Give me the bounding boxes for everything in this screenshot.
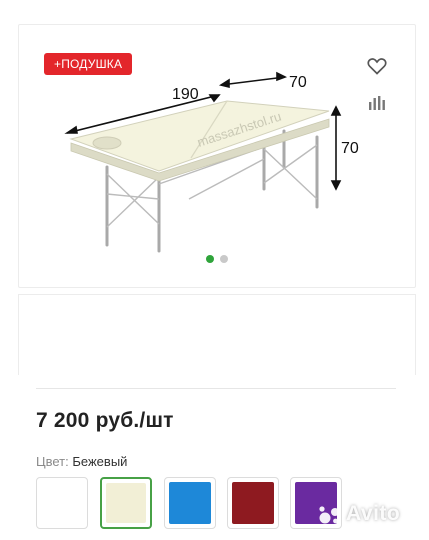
dim-length: 190 bbox=[172, 86, 199, 103]
product-image[interactable]: massazhstol.ru 190 70 70 bbox=[59, 49, 379, 264]
face-hole bbox=[92, 136, 122, 150]
swatch-fill bbox=[169, 482, 211, 524]
swatch-burgundy[interactable] bbox=[227, 477, 279, 529]
avito-logo-icon bbox=[319, 506, 339, 524]
dim-height: 70 bbox=[341, 140, 359, 157]
gallery-dot[interactable] bbox=[206, 255, 214, 263]
price: 7 200 руб./шт bbox=[36, 409, 174, 432]
gallery-dot[interactable] bbox=[220, 255, 228, 263]
avito-watermark: Avito bbox=[318, 502, 422, 528]
color-label: Цвет: bbox=[36, 454, 69, 469]
divider bbox=[36, 388, 396, 389]
swatch-fill bbox=[232, 482, 274, 524]
gallery-pagination bbox=[19, 255, 415, 263]
swatch-fill bbox=[41, 482, 83, 524]
info-block bbox=[18, 294, 416, 375]
avito-logo-text: Avito bbox=[346, 502, 401, 525]
color-selection: Цвет: Бежевый bbox=[36, 454, 127, 469]
dim-width: 70 bbox=[289, 74, 307, 91]
swatch-blue[interactable] bbox=[164, 477, 216, 529]
swatch-white[interactable] bbox=[36, 477, 88, 529]
product-gallery: +ПОДУШКА massazhstol.ru 190 70 70 bbox=[18, 24, 416, 288]
color-value: Бежевый bbox=[72, 454, 128, 469]
swatch-beige[interactable] bbox=[100, 477, 152, 529]
swatch-fill bbox=[106, 483, 146, 523]
